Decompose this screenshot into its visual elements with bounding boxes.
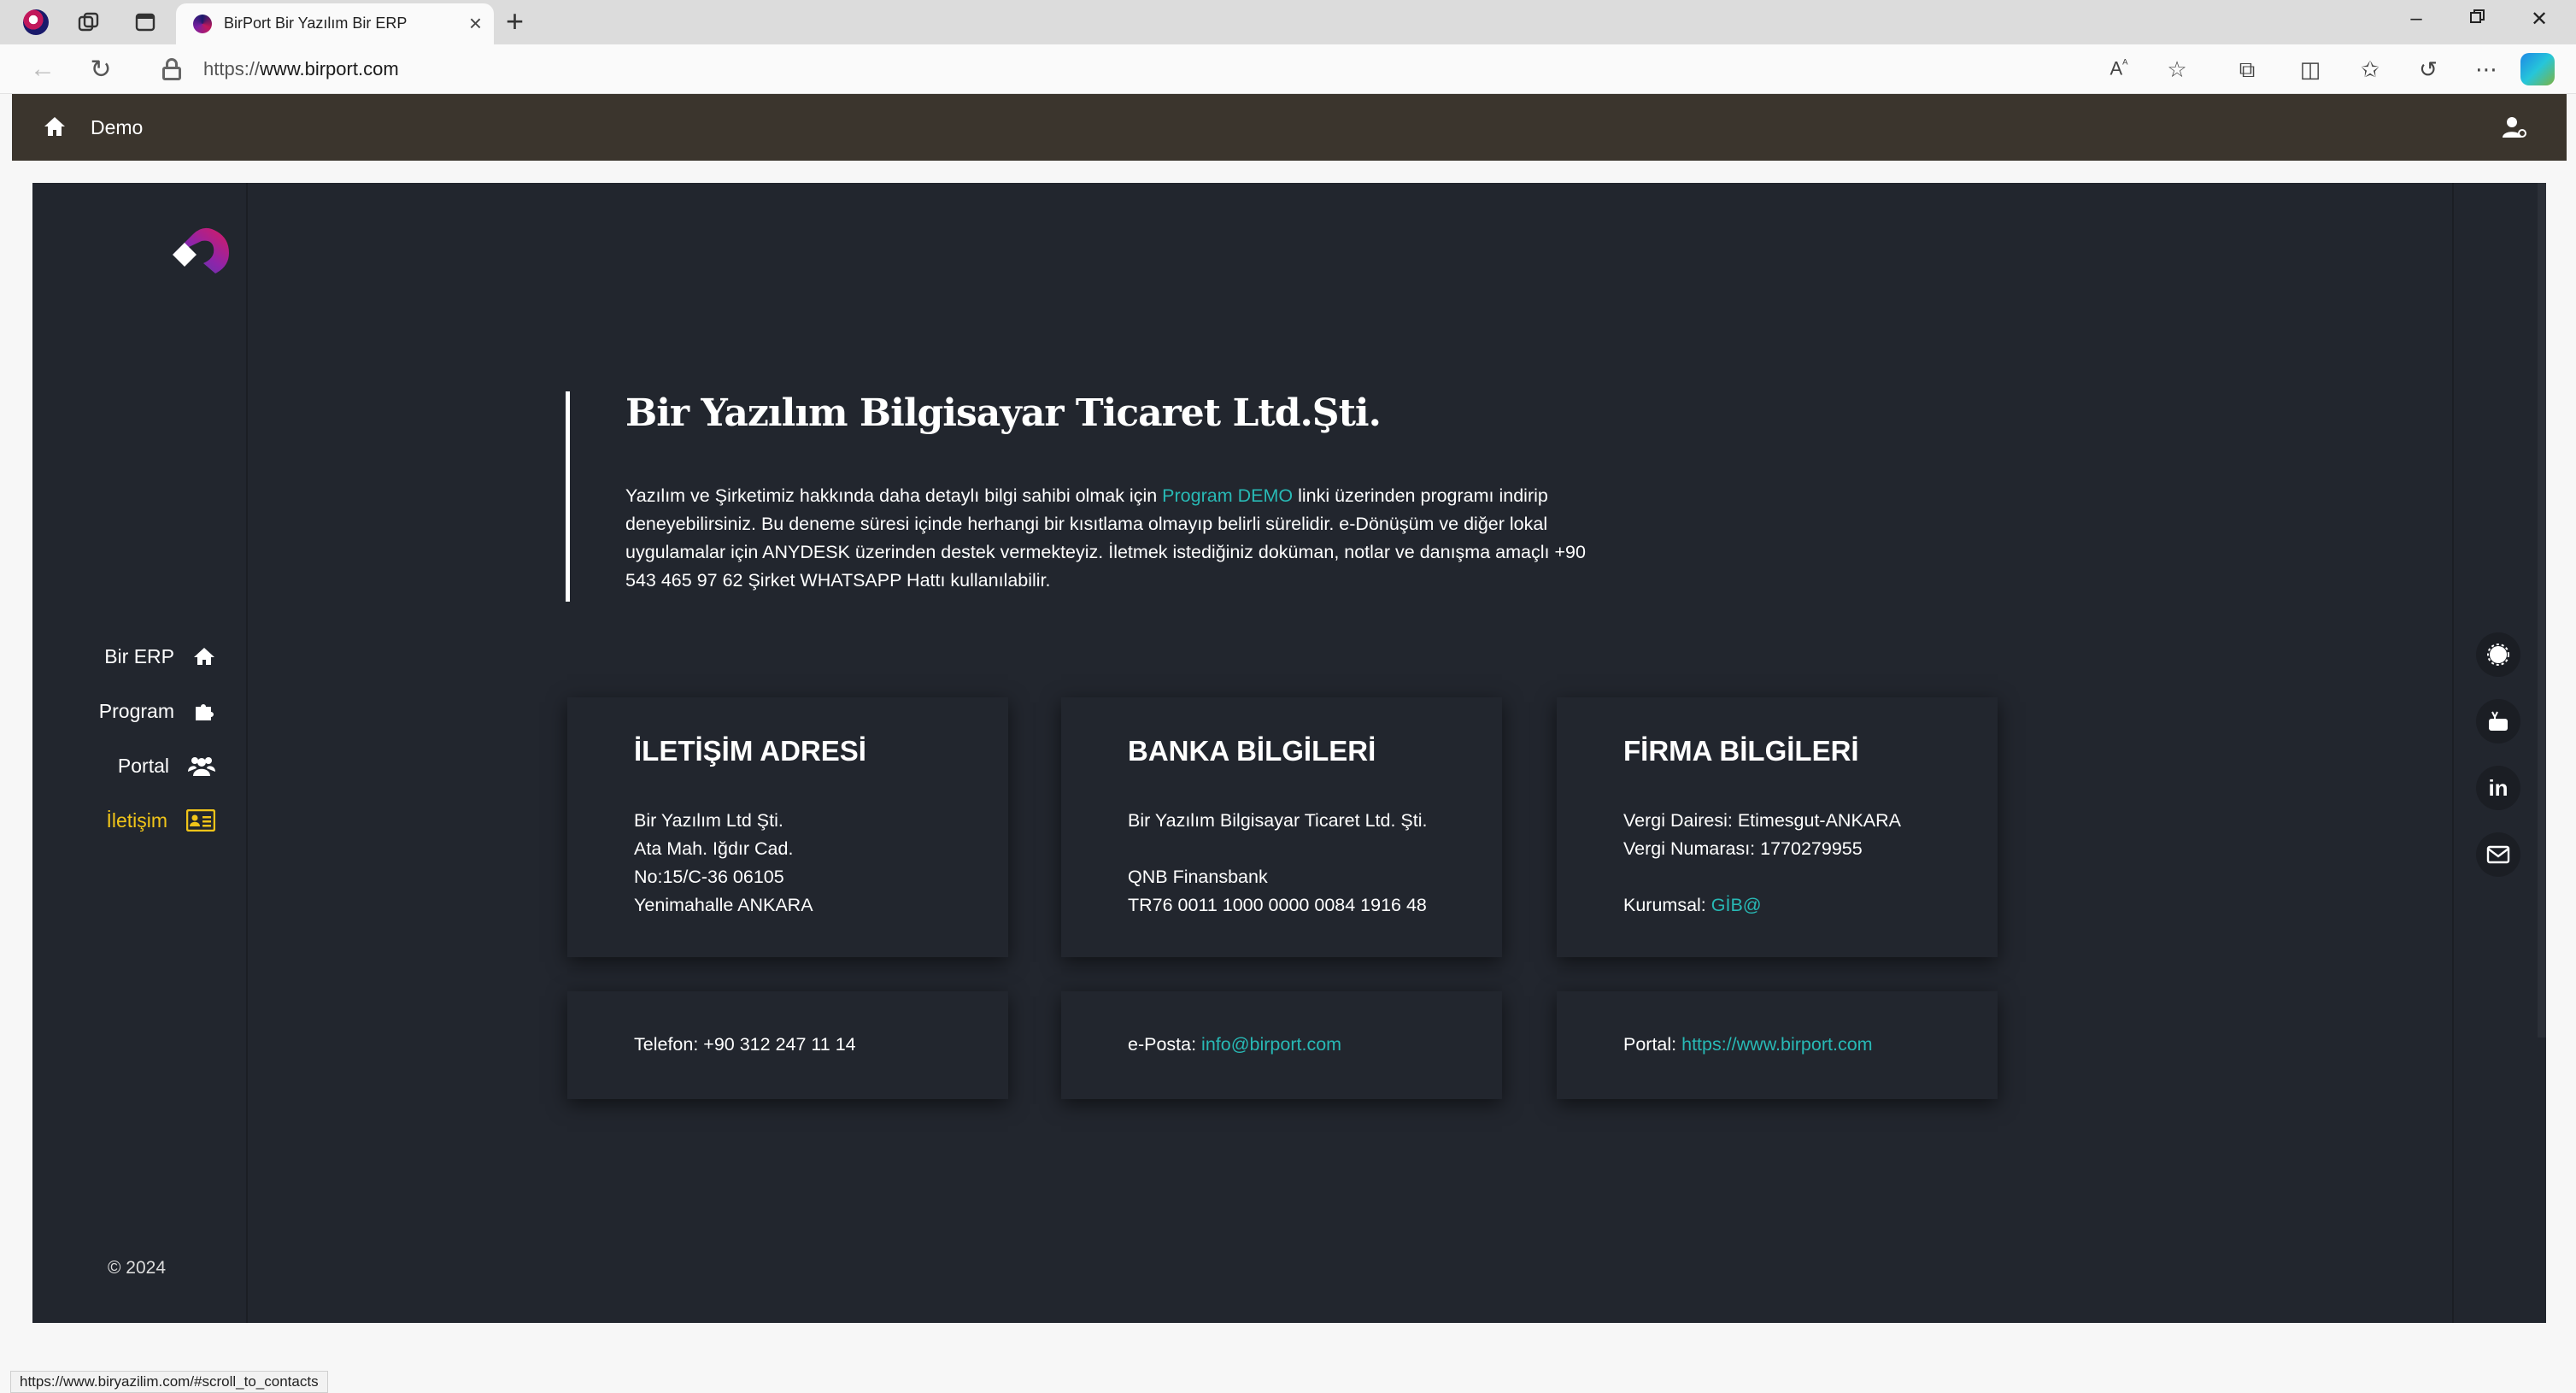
company-card: FİRMA BİLGİLERİ Vergi Dairesi: Etimesgut… xyxy=(1557,697,1998,957)
browser-tab-active[interactable]: BirPort Bir Yazılım Bir ERP × xyxy=(176,3,494,44)
email-link[interactable]: info@birport.com xyxy=(1201,1034,1341,1055)
address-card-title: İLETİŞİM ADRESİ xyxy=(634,735,866,767)
users-icon xyxy=(188,757,215,776)
sidebar-item-bir-erp[interactable]: Bir ERP xyxy=(104,639,215,673)
intro-accent-bar xyxy=(566,391,570,602)
puzzle-icon xyxy=(196,704,214,720)
address-card: İLETİŞİM ADRESİ Bir Yazılım Ltd Şti. Ata… xyxy=(567,697,1008,957)
main-panel: Bir ERP Program Portal İletişim © 2024 B… xyxy=(32,183,2546,1323)
home-icon[interactable] xyxy=(43,115,67,138)
portal-card: Portal: https://www.birport.com xyxy=(1557,991,1998,1099)
new-tab-icon[interactable]: + xyxy=(506,3,524,39)
close-window-icon[interactable]: ✕ xyxy=(2522,7,2556,32)
program-demo-link[interactable]: Program DEMO xyxy=(1162,485,1293,506)
page-title: Bir Yazılım Bilgisayar Ticaret Ltd.Şti. xyxy=(625,391,1382,435)
minimize-icon[interactable]: – xyxy=(2399,7,2433,31)
restore-icon[interactable] xyxy=(2461,7,2495,31)
extensions-icon[interactable]: ⧉ xyxy=(2232,56,2262,84)
sidebar-item-program[interactable]: Program xyxy=(99,694,215,728)
circle-icon[interactable] xyxy=(2476,632,2520,677)
contact-card-icon xyxy=(186,809,215,832)
email-text: e-Posta: info@birport.com xyxy=(1128,1034,1342,1055)
sidebar-item-portal[interactable]: Portal xyxy=(118,749,215,783)
read-aloud-icon[interactable]: Aᴬ xyxy=(2104,56,2134,79)
user-settings-icon[interactable] xyxy=(2502,115,2527,140)
gib-link[interactable]: GİB@ xyxy=(1711,895,1762,915)
bank-lines: Bir Yazılım Bilgisayar Ticaret Ltd. Şti.… xyxy=(1128,810,1428,915)
intro-paragraph: Yazılım ve Şirketimiz hakkında daha deta… xyxy=(625,485,1586,591)
phone-card: Telefon: +90 312 247 11 14 xyxy=(567,991,1008,1099)
more-menu-icon[interactable]: ⋯ xyxy=(2471,56,2502,83)
refresh-icon[interactable]: ↻ xyxy=(85,55,116,85)
site-favicon-icon xyxy=(193,15,212,33)
site-logo[interactable] xyxy=(169,224,234,280)
status-bar-url: https://www.biryazilim.com/#scroll_to_co… xyxy=(10,1371,328,1393)
address-bar-row: ← ↻ https://www.birport.com Aᴬ ☆ ⧉ ◫ ✩ ↺… xyxy=(0,44,2576,94)
demo-link[interactable]: Demo xyxy=(91,116,143,139)
phone-text: Telefon: +90 312 247 11 14 xyxy=(634,1034,856,1055)
company-card-title: FİRMA BİLGİLERİ xyxy=(1623,735,1859,767)
home-icon xyxy=(194,648,214,665)
company-lines: Vergi Dairesi: Etimesgut-ANKARA Vergi Nu… xyxy=(1623,810,1901,915)
mail-icon[interactable] xyxy=(2476,832,2520,877)
copyright: © 2024 xyxy=(108,1258,167,1278)
profile-icon[interactable] xyxy=(22,9,50,36)
right-social-bar: in xyxy=(2452,183,2546,1323)
workspaces-icon[interactable] xyxy=(75,9,103,36)
address-lines: Bir Yazılım Ltd Şti. Ata Mah. Iğdır Cad.… xyxy=(634,810,813,915)
email-card: e-Posta: info@birport.com xyxy=(1061,991,1502,1099)
linkedin-icon[interactable]: in xyxy=(2476,766,2520,810)
youtube-icon[interactable] xyxy=(2476,699,2520,744)
bank-card: BANKA BİLGİLERİ Bir Yazılım Bilgisayar T… xyxy=(1061,697,1502,957)
portal-link[interactable]: https://www.birport.com xyxy=(1681,1034,1872,1055)
url-field[interactable]: https://www.birport.com xyxy=(203,58,399,80)
lock-icon[interactable] xyxy=(162,58,181,80)
back-icon[interactable]: ← xyxy=(27,55,58,84)
bank-card-title: BANKA BİLGİLERİ xyxy=(1128,735,1376,767)
browser-tab-bar: BirPort Bir Yazılım Bir ERP × + – ✕ xyxy=(0,0,2576,44)
favorite-star-icon[interactable]: ☆ xyxy=(2162,56,2192,83)
tab-title: BirPort Bir Yazılım Bir ERP xyxy=(224,15,408,32)
site-top-bar: Demo xyxy=(12,94,2567,161)
close-tab-icon[interactable]: × xyxy=(469,10,482,37)
tab-actions-icon[interactable] xyxy=(132,9,159,36)
left-sidebar: Bir ERP Program Portal İletişim © 2024 xyxy=(32,183,248,1323)
sidebar-item-iletisim[interactable]: İletişim xyxy=(106,803,215,838)
copilot-icon[interactable] xyxy=(2520,53,2555,85)
split-screen-icon[interactable]: ◫ xyxy=(2295,56,2326,83)
portal-text: Portal: https://www.birport.com xyxy=(1623,1034,1873,1055)
favorites-icon[interactable]: ✩ xyxy=(2355,56,2385,83)
scrollbar[interactable] xyxy=(2538,183,2546,1037)
history-icon[interactable]: ↺ xyxy=(2413,56,2444,83)
